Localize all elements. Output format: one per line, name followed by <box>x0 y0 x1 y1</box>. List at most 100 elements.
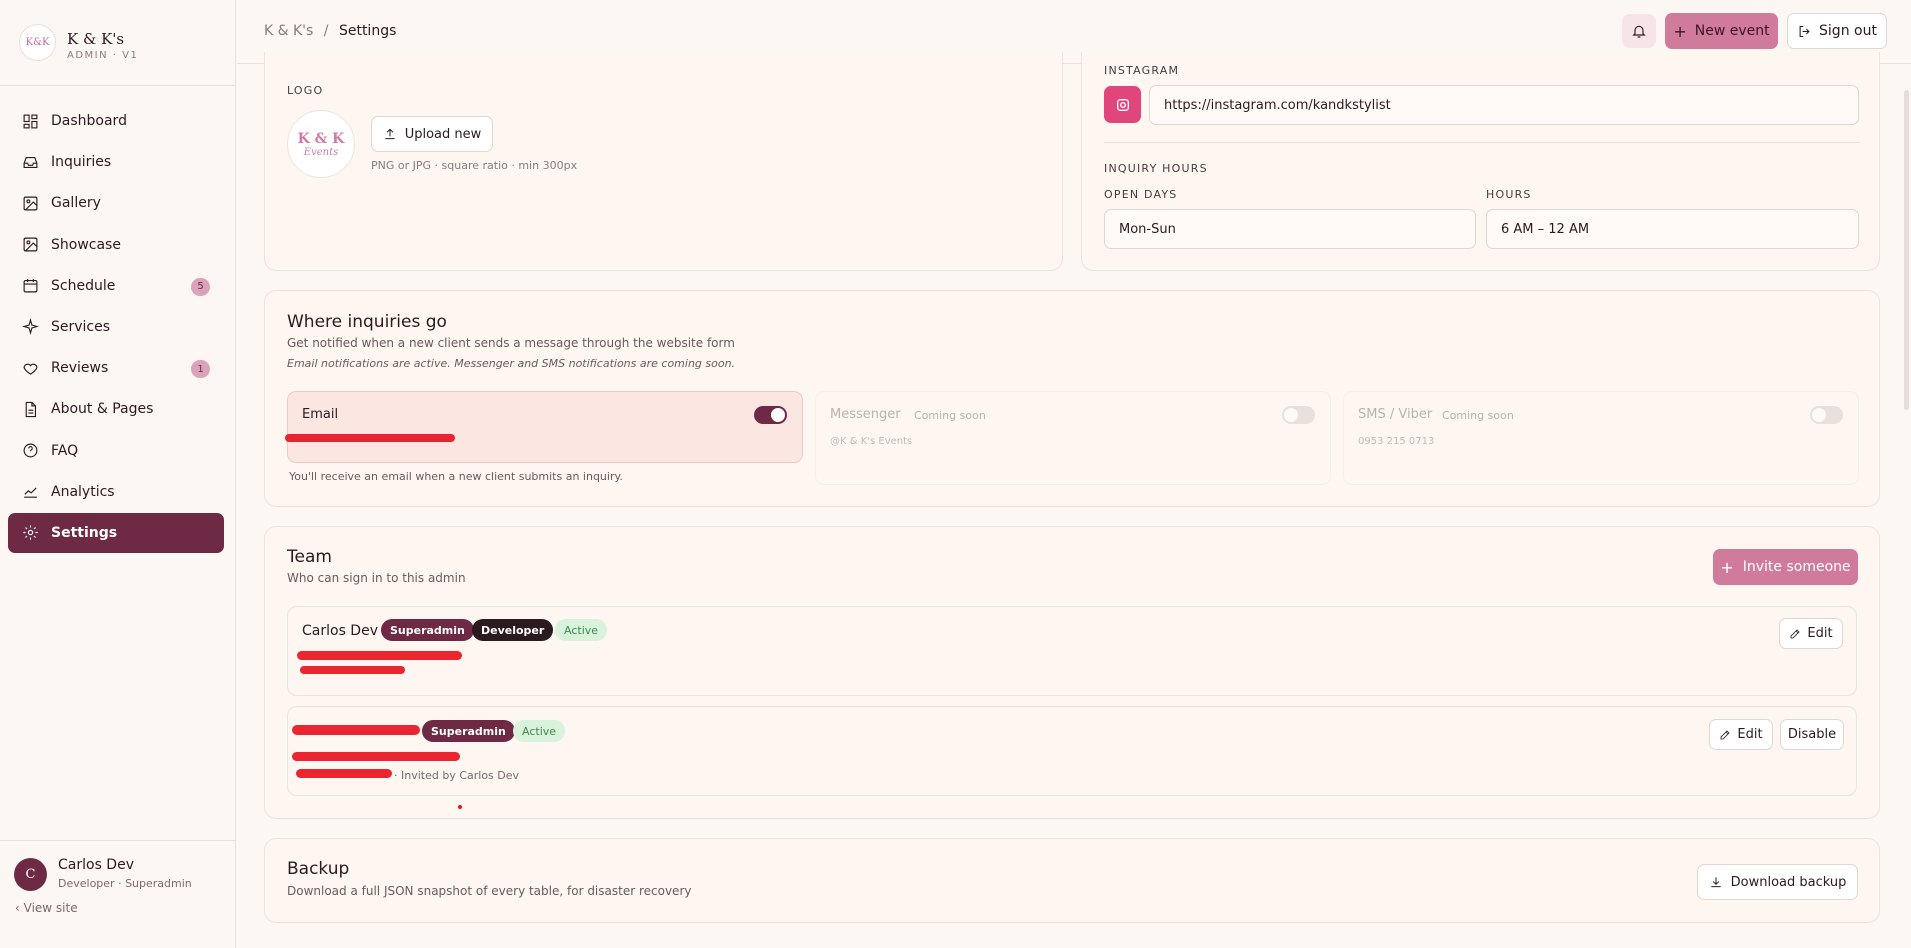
disable-button[interactable]: Disable <box>1780 719 1844 750</box>
notifications-button[interactable] <box>1622 14 1656 48</box>
backup-subtitle: Download a full JSON snapshot of every t… <box>287 884 692 898</box>
instagram-url-field[interactable]: https://instagram.com/kandkstylist <box>1149 85 1859 125</box>
section-subtitle: Get notified when a new client sends a m… <box>287 336 735 350</box>
invite-label: Invite someone <box>1742 559 1851 575</box>
redaction <box>292 752 460 761</box>
status-badge: Active <box>513 720 566 742</box>
sparkle-icon <box>22 318 39 336</box>
sidebar-item-schedule[interactable]: Schedule 5 <box>8 266 224 306</box>
bell-icon <box>1632 25 1646 38</box>
avatar[interactable]: C <box>14 858 47 891</box>
instagram-icon <box>1116 98 1129 111</box>
sidebar-item-faq[interactable]: FAQ <box>8 431 224 471</box>
backup-card: Backup Download a full JSON snapshot of … <box>264 838 1880 923</box>
edit-icon <box>1720 729 1731 739</box>
sidebar-item-label: Gallery <box>51 195 101 212</box>
sign-out-button[interactable]: Sign out <box>1787 13 1887 49</box>
redaction <box>300 666 405 674</box>
upload-new-label: Upload new <box>404 126 482 142</box>
sidebar-item-services[interactable]: Services <box>8 307 224 347</box>
dashboard-icon <box>23 114 38 128</box>
plus-icon: + <box>1673 21 1687 41</box>
chevron-left-icon: ‹ <box>15 901 24 915</box>
email-channel-label: Email <box>302 407 339 422</box>
count-badge: 5 <box>191 277 210 296</box>
open-days-label: OPEN DAYS <box>1104 188 1178 201</box>
divider <box>1104 142 1860 143</box>
sms-toggle[interactable] <box>1810 406 1843 424</box>
scrollbar[interactable] <box>1904 90 1909 410</box>
breadcrumb-root[interactable]: K & K's <box>264 23 313 39</box>
help-circle-icon <box>23 443 38 458</box>
section-title: Where inquiries go <box>287 312 447 332</box>
heart-icon <box>23 363 38 375</box>
logo-hint: PNG or JPG · square ratio · min 300px <box>371 159 578 172</box>
team-subtitle: Who can sign in to this admin <box>287 571 466 585</box>
sidebar-item-inquiries[interactable]: Inquiries <box>8 142 224 182</box>
view-site-link[interactable]: ‹ View site <box>15 901 78 915</box>
redaction <box>285 434 455 442</box>
sms-label: SMS / Viber <box>1358 407 1433 422</box>
breadcrumb-current: Settings <box>338 23 397 39</box>
user-role: Developer · Superadmin <box>58 877 192 890</box>
email-help: You'll receive an email when a new clien… <box>289 470 623 483</box>
sms-detail: 0953 215 0713 <box>1358 436 1435 447</box>
brand-subtitle: ADMIN · V1 <box>67 50 139 61</box>
sidebar-item-reviews[interactable]: Reviews 1 <box>8 348 224 388</box>
redaction <box>292 725 420 735</box>
invite-someone-button[interactable]: + Invite someone <box>1713 549 1858 585</box>
new-event-button[interactable]: + New event <box>1665 13 1778 49</box>
sidebar-item-gallery[interactable]: Gallery <box>8 183 224 223</box>
inbox-icon <box>23 156 38 168</box>
team-member-row: Carlos Dev Superadmin Developer Active E… <box>287 606 1857 696</box>
instagram-badge <box>1104 86 1141 123</box>
messenger-label: Messenger <box>830 407 901 422</box>
sidebar: K&K K & K's ADMIN · V1 Dashboard Inquiri… <box>0 0 236 948</box>
sidebar-item-about-pages[interactable]: About & Pages <box>8 389 224 429</box>
sidebar-item-analytics[interactable]: Analytics <box>8 472 224 512</box>
edit-button[interactable]: Edit <box>1709 719 1773 750</box>
edit-button[interactable]: Edit <box>1779 618 1843 649</box>
redaction <box>297 651 462 660</box>
sidebar-item-label: Analytics <box>51 483 115 500</box>
download-backup-label: Download backup <box>1730 874 1847 890</box>
messenger-coming-soon: Coming soon <box>914 409 986 422</box>
upload-icon <box>385 128 395 140</box>
messenger-toggle[interactable] <box>1282 406 1315 424</box>
sidebar-item-showcase[interactable]: Showcase <box>8 225 224 265</box>
contact-card: INSTAGRAM https://instagram.com/kandksty… <box>1081 52 1880 271</box>
image-icon <box>23 237 38 252</box>
breadcrumb: K & K's / Settings <box>264 23 396 39</box>
open-days-field[interactable]: Mon-Sun <box>1104 209 1476 249</box>
status-badge: Active <box>555 619 608 641</box>
sidebar-item-label: About & Pages <box>51 401 154 418</box>
sidebar-nav: Dashboard Inquiries Gallery Showcase Sch… <box>8 101 224 554</box>
logo-card: LOGO K & K Events Upload new PNG or JPG … <box>264 52 1063 271</box>
brand-logo[interactable]: K&K <box>19 24 56 61</box>
logo-preview-subtext: Events <box>303 146 339 158</box>
plus-icon: + <box>1720 557 1734 577</box>
breadcrumb-separator: / <box>323 23 329 39</box>
sidebar-item-dashboard[interactable]: Dashboard <box>8 101 224 141</box>
gear-icon <box>23 525 38 540</box>
sidebar-item-label: Schedule <box>51 277 116 294</box>
view-site-label: View site <box>23 901 78 915</box>
sign-out-label: Sign out <box>1819 23 1877 39</box>
redaction <box>296 769 392 778</box>
hours-field[interactable]: 6 AM – 12 AM <box>1486 209 1859 249</box>
download-backup-button[interactable]: Download backup <box>1697 864 1858 900</box>
sidebar-item-label: Settings <box>51 524 118 541</box>
role-badge-superadmin: Superadmin <box>381 619 474 641</box>
edit-icon <box>1790 628 1801 638</box>
team-member-row: Superadmin Active · Invited by Carlos De… <box>287 706 1857 796</box>
toggle-knob <box>1284 408 1298 422</box>
calendar-icon <box>23 279 38 293</box>
member-name: Carlos Dev <box>302 623 378 639</box>
document-icon <box>25 401 37 417</box>
instagram-label: INSTAGRAM <box>1104 64 1180 77</box>
sidebar-item-settings[interactable]: Settings <box>8 512 224 553</box>
upload-new-button[interactable]: Upload new <box>371 116 493 152</box>
email-toggle[interactable] <box>754 406 787 424</box>
logo-preview-text: K & K <box>297 130 345 147</box>
edit-label: Edit <box>1807 626 1833 641</box>
